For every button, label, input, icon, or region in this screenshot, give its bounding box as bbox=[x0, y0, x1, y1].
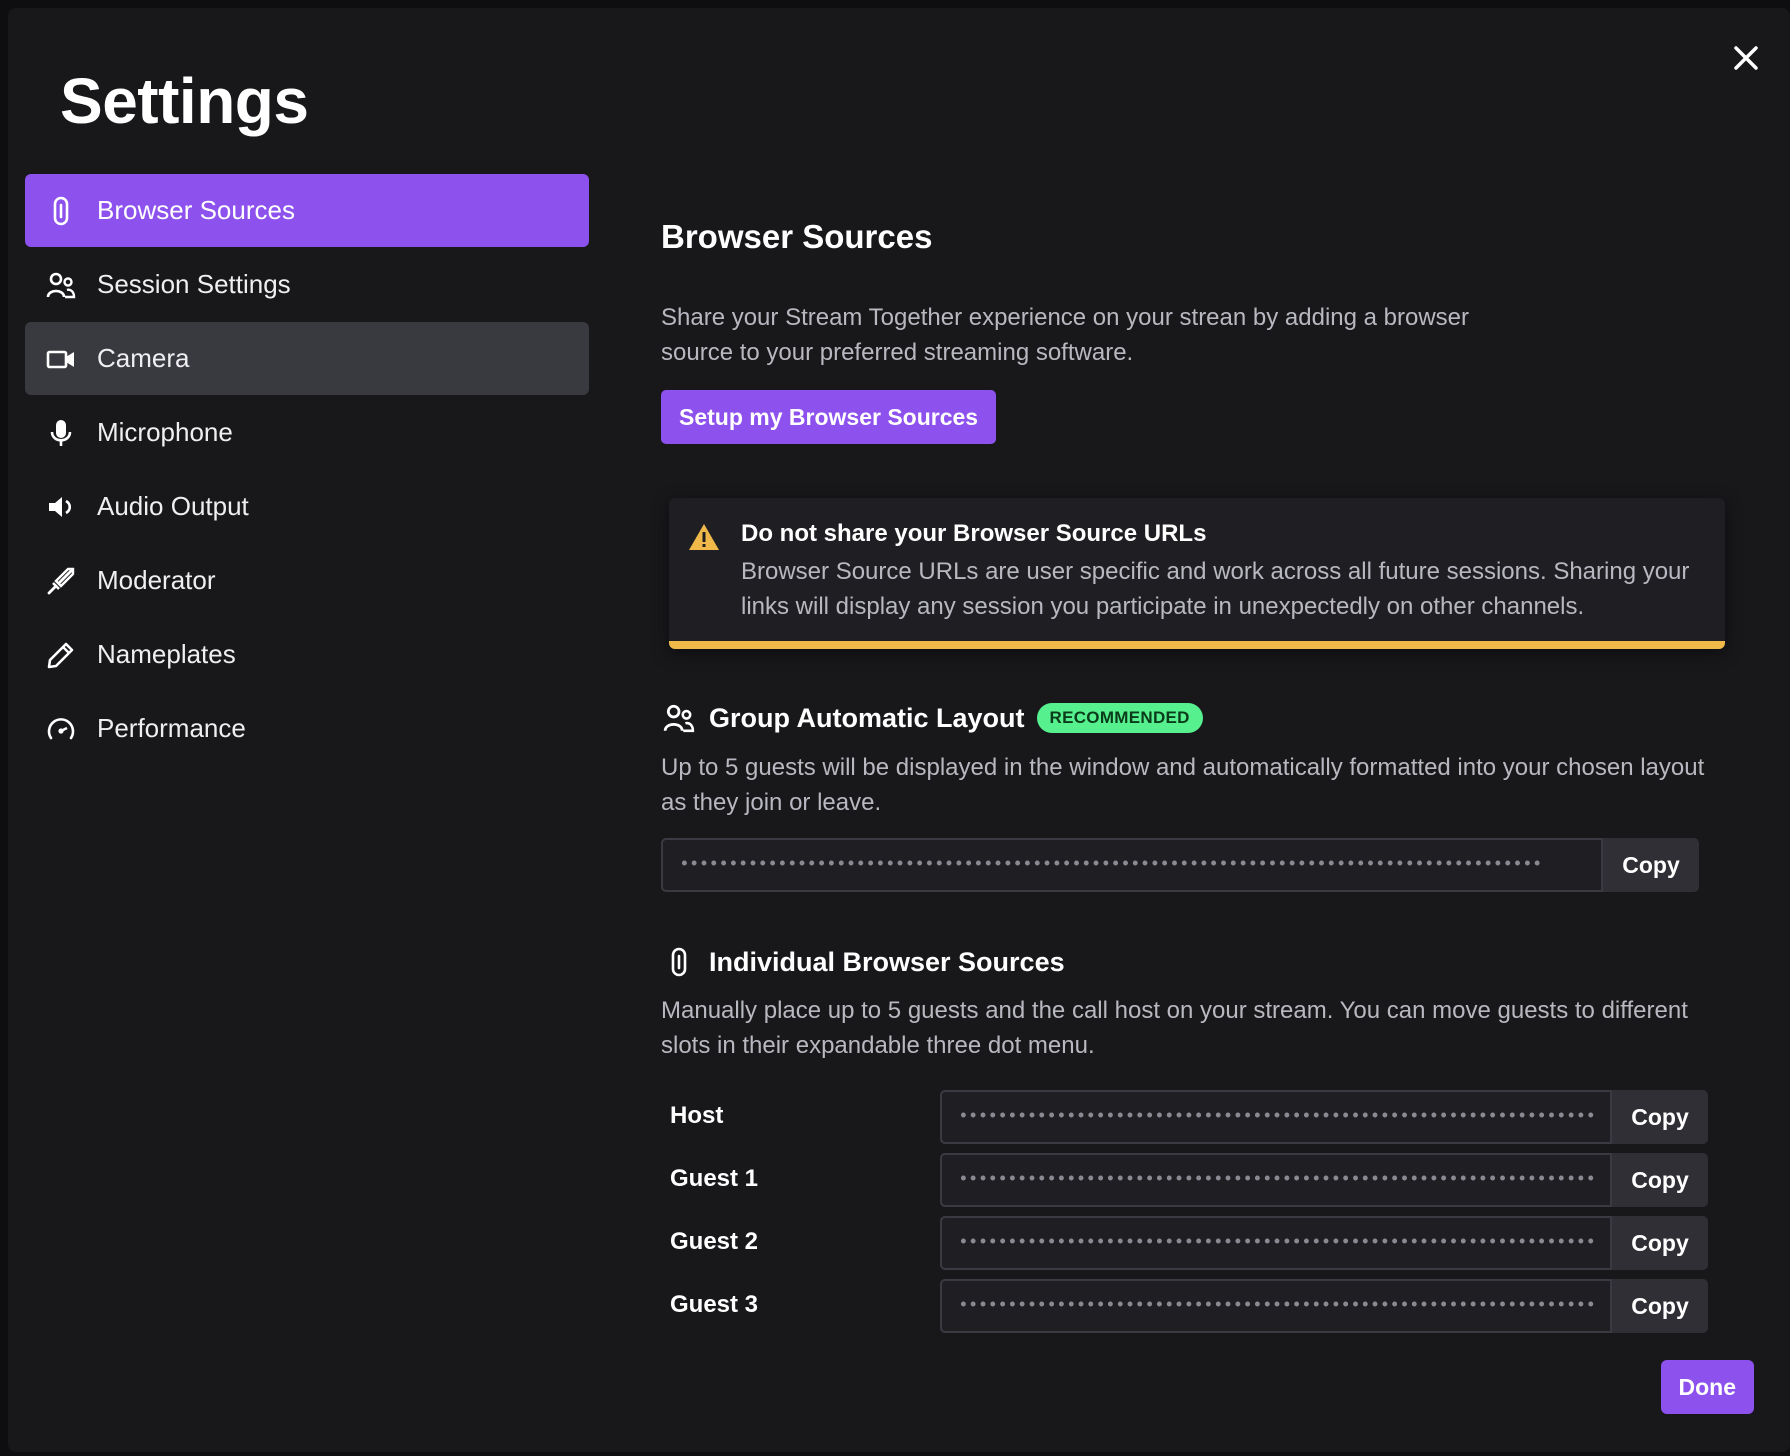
warning-text: Browser Source URLs are user specific an… bbox=[741, 558, 1690, 620]
sidebar-item-label: Audio Output bbox=[97, 491, 249, 521]
guest-3-url-field[interactable] bbox=[940, 1279, 1612, 1333]
host-url-row: Copy bbox=[940, 1090, 1708, 1144]
sidebar-item-label: Moderator bbox=[97, 565, 216, 595]
camera-icon bbox=[45, 343, 77, 375]
guest-2-url-field[interactable] bbox=[940, 1216, 1612, 1270]
group-copy-button[interactable]: Copy bbox=[1603, 838, 1699, 892]
sidebar-item-label: Session Settings bbox=[97, 269, 291, 299]
host-copy-button[interactable]: Copy bbox=[1612, 1090, 1708, 1144]
group-url-row: Copy bbox=[661, 838, 1699, 892]
slot-label-guest-1: Guest 1 bbox=[670, 1165, 759, 1192]
link-icon bbox=[45, 195, 77, 227]
close-icon bbox=[1734, 46, 1758, 70]
group-layout-description: Up to 5 guests will be displayed in the … bbox=[661, 754, 1705, 816]
page-title: Settings bbox=[60, 65, 309, 137]
users-icon bbox=[661, 700, 697, 736]
sidebar-item-session-settings[interactable]: Session Settings bbox=[25, 248, 589, 321]
sword-icon bbox=[45, 565, 77, 597]
sidebar-item-performance[interactable]: Performance bbox=[25, 692, 589, 765]
group-layout-header: Group Automatic Layout RECOMMENDED bbox=[661, 700, 1203, 736]
warning-callout: Do not share your Browser Source URLs Br… bbox=[669, 498, 1725, 649]
slot-label-host: Host bbox=[670, 1102, 724, 1129]
warning-icon bbox=[689, 524, 719, 550]
sidebar-item-audio-output[interactable]: Audio Output bbox=[25, 470, 589, 543]
microphone-icon bbox=[45, 417, 77, 449]
close-button[interactable] bbox=[1730, 42, 1762, 74]
sidebar-item-label: Browser Sources bbox=[97, 195, 295, 225]
guest-1-url-field[interactable] bbox=[940, 1153, 1612, 1207]
individual-sources-title: Individual Browser Sources bbox=[709, 946, 1065, 977]
sidebar-item-label: Nameplates bbox=[97, 639, 236, 669]
pencil-icon bbox=[45, 639, 77, 671]
warning-title: Do not share your Browser Source URLs bbox=[741, 520, 1207, 547]
individual-sources-header: Individual Browser Sources bbox=[661, 944, 1065, 980]
sidebar-item-label: Microphone bbox=[97, 417, 233, 447]
settings-sidebar: Browser Sources Session Settings Camera … bbox=[25, 174, 589, 766]
guest-1-url-row: Copy bbox=[940, 1153, 1708, 1207]
sidebar-item-moderator[interactable]: Moderator bbox=[25, 544, 589, 617]
link-icon bbox=[661, 944, 697, 980]
group-url-field[interactable] bbox=[661, 838, 1603, 892]
gauge-icon bbox=[45, 713, 77, 745]
host-url-field[interactable] bbox=[940, 1090, 1612, 1144]
guest-3-url-row: Copy bbox=[940, 1279, 1708, 1333]
speaker-icon bbox=[45, 491, 77, 523]
slot-label-guest-3: Guest 3 bbox=[670, 1291, 759, 1318]
guest-3-copy-button[interactable]: Copy bbox=[1612, 1279, 1708, 1333]
sidebar-item-camera[interactable]: Camera bbox=[25, 322, 589, 395]
recommended-badge: RECOMMENDED bbox=[1036, 703, 1203, 733]
sidebar-item-label: Performance bbox=[97, 713, 246, 743]
guest-2-copy-button[interactable]: Copy bbox=[1612, 1216, 1708, 1270]
section-description: Share your Stream Together experience on… bbox=[661, 304, 1470, 366]
group-layout-title: Group Automatic Layout bbox=[709, 702, 1025, 733]
guest-2-url-row: Copy bbox=[940, 1216, 1708, 1270]
sidebar-item-microphone[interactable]: Microphone bbox=[25, 396, 589, 469]
setup-browser-sources-button[interactable]: Setup my Browser Sources bbox=[661, 390, 997, 444]
settings-modal: Settings Browser Sources Session Setting… bbox=[8, 8, 1790, 1452]
section-title: Browser Sources bbox=[661, 218, 933, 255]
guest-1-copy-button[interactable]: Copy bbox=[1612, 1153, 1708, 1207]
individual-sources-description: Manually place up to 5 guests and the ca… bbox=[661, 997, 1688, 1059]
done-button[interactable]: Done bbox=[1660, 1360, 1754, 1414]
slot-label-guest-2: Guest 2 bbox=[670, 1228, 759, 1255]
sidebar-item-label: Camera bbox=[97, 343, 190, 373]
sidebar-item-browser-sources[interactable]: Browser Sources bbox=[25, 174, 589, 247]
users-icon bbox=[45, 269, 77, 301]
sidebar-item-nameplates[interactable]: Nameplates bbox=[25, 618, 589, 691]
